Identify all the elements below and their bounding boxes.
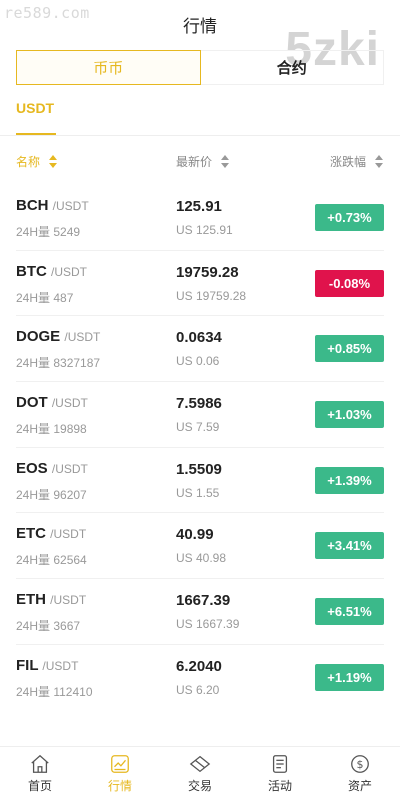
change-badge: +6.51%	[315, 598, 384, 626]
usd-price: US 125.91	[176, 223, 233, 237]
sort-icon	[48, 154, 58, 169]
document-icon	[272, 755, 288, 773]
quote-currency: /USDT	[50, 527, 87, 542]
chart-icon	[111, 755, 129, 773]
tab-trade[interactable]: 交易	[160, 747, 240, 798]
symbol: FIL	[16, 656, 39, 674]
tab-assets[interactable]: $ 资产	[320, 747, 400, 798]
tab-market[interactable]: 行情	[80, 747, 160, 798]
market-type-segment: 币币 合约	[16, 50, 384, 85]
sort-by-change-button[interactable]: 涨跌幅	[330, 153, 384, 170]
column-name-label: 名称	[16, 155, 41, 169]
symbol: DOT	[16, 394, 48, 412]
usd-price: US 7.59	[176, 420, 220, 435]
quote-currency: /USDT	[51, 396, 88, 411]
usd-price: US 6.20	[176, 682, 220, 697]
segment-contract-tab[interactable]: 合约	[200, 50, 384, 85]
quote-currency: /USDT	[51, 264, 87, 279]
market-row[interactable]: DOT /USDT 24H量 19898 7.5986 US 7.59 +1.0…	[16, 382, 384, 448]
symbol: BTC	[16, 262, 47, 280]
sort-by-name-button[interactable]: 名称	[16, 153, 58, 170]
usd-price: US 1667.39	[176, 617, 240, 632]
change-badge: +0.85%	[315, 335, 384, 363]
volume-24h: 24H量 5249	[16, 225, 81, 239]
volume-24h: 24H量 8327187	[16, 356, 101, 371]
symbol: DOGE	[16, 328, 61, 346]
usd-price: US 40.98	[176, 551, 227, 566]
tab-assets-label: 资产	[347, 779, 372, 793]
market-row[interactable]: FIL /USDT 24H量 112410 6.2040 US 6.20 +1.…	[16, 645, 384, 711]
tab-usdt[interactable]: USDT	[16, 100, 54, 116]
usd-price: US 1.55	[176, 485, 220, 500]
change-badge: +1.03%	[315, 401, 384, 429]
symbol: EOS	[16, 459, 48, 477]
latest-price: 0.0634	[176, 329, 222, 347]
segment-spot-tab[interactable]: 币币	[16, 50, 201, 85]
sort-by-price-button[interactable]: 最新价	[176, 153, 230, 170]
svg-text:$: $	[357, 758, 364, 771]
market-row[interactable]: BTC /USDT 24H量 487 19759.28 US 19759.28 …	[16, 251, 384, 317]
market-row[interactable]: DOGE /USDT 24H量 8327187 0.0634 US 0.06 +…	[16, 316, 384, 383]
column-change-label: 涨跌幅	[329, 155, 366, 169]
market-row[interactable]: BCH /USDT 24H量 5249 125.91 US 125.91 +0.…	[16, 185, 384, 251]
volume-24h: 24H量 112410	[16, 684, 93, 699]
divider	[0, 135, 400, 136]
change-badge: +1.39%	[315, 466, 384, 494]
page-title: 行情	[183, 17, 217, 36]
tab-activity-label: 活动	[267, 779, 292, 793]
change-badge: -0.08%	[315, 269, 384, 297]
volume-24h: 24H量 96207	[16, 487, 87, 502]
quote-currency: /USDT	[52, 199, 89, 213]
latest-price: 40.99	[176, 526, 214, 544]
market-row[interactable]: EOS /USDT 24H量 96207 1.5509 US 1.55 +1.3…	[16, 448, 384, 514]
volume-24h: 24H量 62564	[16, 553, 87, 568]
tab-home[interactable]: 首页	[0, 747, 80, 798]
market-list: BCH /USDT 24H量 5249 125.91 US 125.91 +0.…	[0, 185, 400, 711]
quote-currency: /USDT	[51, 461, 88, 476]
tab-home-label: 首页	[27, 779, 52, 793]
change-badge: +3.41%	[315, 532, 384, 560]
quote-currency: /USDT	[50, 593, 87, 608]
sort-icon	[220, 154, 230, 169]
change-badge: +0.73%	[315, 204, 384, 231]
home-icon	[31, 754, 49, 773]
latest-price: 7.5986	[176, 395, 222, 413]
market-row[interactable]: ETC /USDT 24H量 62564 40.99 US 40.98 +3.4…	[16, 513, 384, 580]
change-badge: +1.19%	[315, 663, 384, 691]
usd-price: US 0.06	[176, 354, 220, 369]
sort-icon	[374, 154, 384, 169]
symbol: ETH	[16, 591, 46, 609]
latest-price: 1667.39	[176, 592, 231, 610]
volume-24h: 24H量 3667	[16, 619, 81, 634]
quote-currency: /USDT	[42, 658, 79, 673]
usd-price: US 19759.28	[176, 288, 247, 303]
quote-currency: /USDT	[64, 330, 101, 345]
column-price-label: 最新价	[176, 155, 213, 169]
tab-trade-label: 交易	[187, 779, 212, 793]
tab-activity[interactable]: 活动	[240, 747, 320, 798]
tab-market-label: 行情	[107, 779, 132, 793]
symbol: BCH	[16, 197, 49, 214]
list-header: 名称 最新价 涨跌幅	[16, 150, 384, 172]
bottom-tab-bar: 首页 行情 交易 活动 $ 资产	[0, 746, 400, 798]
latest-price: 6.2040	[176, 657, 222, 675]
latest-price: 19759.28	[176, 263, 239, 281]
latest-price: 125.91	[176, 198, 222, 215]
diamond-icon	[189, 755, 211, 773]
symbol: ETC	[16, 525, 46, 543]
market-row[interactable]: ETH /USDT 24H量 3667 1667.39 US 1667.39 +…	[16, 579, 384, 645]
volume-24h: 24H量 19898	[16, 422, 87, 437]
volume-24h: 24H量 487	[16, 290, 74, 305]
dollar-icon: $	[351, 755, 369, 773]
latest-price: 1.5509	[176, 460, 222, 478]
